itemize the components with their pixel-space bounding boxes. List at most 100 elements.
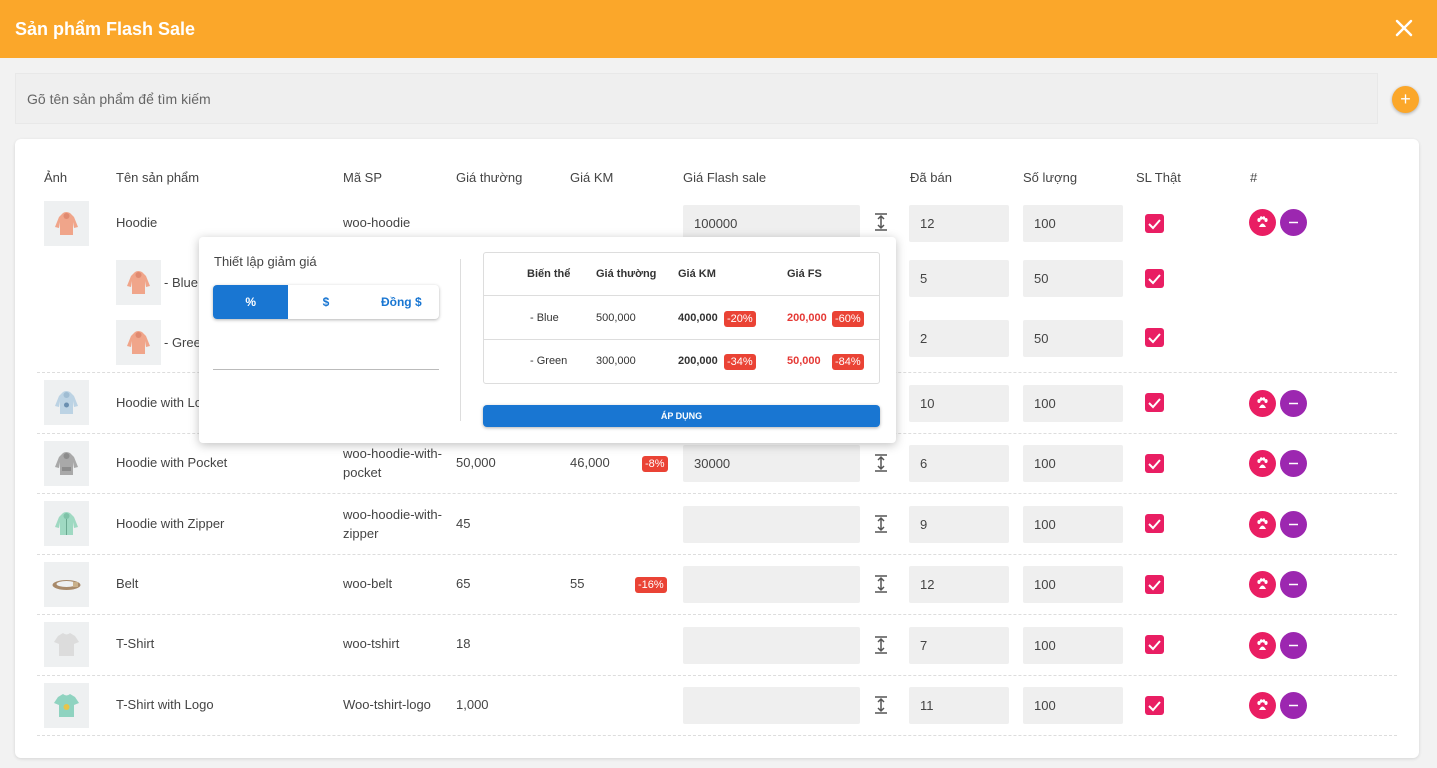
remove-button[interactable]: [1280, 511, 1307, 538]
product-sku: woo-hoodie-with-: [343, 446, 442, 461]
apply-down-icon[interactable]: [873, 695, 889, 715]
minus-icon: [1289, 704, 1298, 707]
sold-input[interactable]: 12: [909, 205, 1009, 242]
apply-down-icon[interactable]: [873, 212, 889, 232]
col-header-price: Giá thường: [456, 170, 523, 185]
paw-button[interactable]: [1249, 209, 1276, 236]
sold-input[interactable]: 6: [909, 445, 1009, 482]
product-sku-cont: pocket: [343, 465, 382, 480]
product-sku-cont: zipper: [343, 526, 379, 541]
product-name: Hoodie with Pocket: [116, 455, 228, 470]
discount-badge: -16%: [635, 577, 667, 593]
real-qty-checkbox[interactable]: [1145, 328, 1164, 347]
quantity-input[interactable]: 50: [1023, 260, 1123, 297]
sold-input[interactable]: 2: [909, 320, 1009, 357]
apply-down-icon[interactable]: [873, 574, 889, 594]
product-name: Hoodie with Zipper: [116, 516, 225, 531]
real-qty-checkbox[interactable]: [1145, 514, 1164, 533]
paw-button[interactable]: [1249, 390, 1276, 417]
quantity-input[interactable]: 100: [1023, 566, 1123, 603]
option-dong-dollar[interactable]: Đồng $: [364, 285, 439, 319]
flash-price-input[interactable]: [683, 627, 860, 664]
real-qty-checkbox[interactable]: [1145, 635, 1164, 654]
remove-button[interactable]: [1280, 692, 1307, 719]
minus-icon: [1289, 523, 1298, 526]
quantity-input[interactable]: 50: [1023, 320, 1123, 357]
apply-down-icon[interactable]: [873, 635, 889, 655]
sold-input[interactable]: 5: [909, 260, 1009, 297]
paw-icon: [1257, 457, 1268, 468]
quantity-input[interactable]: 100: [1023, 205, 1123, 242]
product-sale-price: 55: [570, 576, 585, 591]
quantity-input[interactable]: 100: [1023, 385, 1123, 422]
variant-sale-badge: -34%: [724, 354, 756, 370]
close-icon[interactable]: [1393, 17, 1415, 39]
apply-down-icon[interactable]: [873, 514, 889, 534]
real-qty-checkbox[interactable]: [1145, 214, 1164, 233]
modal-title: Sản phẩm Flash Sale: [15, 18, 196, 39]
paw-button[interactable]: [1249, 571, 1276, 598]
col-header-sku: Mã SP: [343, 170, 383, 185]
remove-button[interactable]: [1280, 209, 1307, 236]
apply-down-icon[interactable]: [873, 453, 889, 473]
option-percent[interactable]: %: [213, 285, 289, 319]
real-qty-checkbox[interactable]: [1145, 696, 1164, 715]
option-dollar[interactable]: $: [288, 285, 363, 319]
col-header-name: Tên sản phẩm: [116, 170, 200, 185]
search-input[interactable]: Gõ tên sản phẩm để tìm kiếm: [15, 73, 1378, 124]
col-header-sale-price: Giá KM: [570, 170, 614, 185]
sold-input[interactable]: 10: [909, 385, 1009, 422]
popup-divider: [460, 259, 461, 421]
discount-value-input[interactable]: [213, 369, 439, 370]
add-product-button[interactable]: +: [1392, 86, 1419, 113]
real-qty-checkbox[interactable]: [1145, 454, 1164, 473]
sold-input[interactable]: 9: [909, 506, 1009, 543]
remove-button[interactable]: [1280, 390, 1307, 417]
product-image: [44, 501, 89, 546]
sold-input[interactable]: 12: [909, 566, 1009, 603]
variant-table-divider: [484, 295, 879, 296]
sold-input[interactable]: 11: [909, 687, 1009, 724]
product-name: T-Shirt: [116, 636, 155, 651]
product-price: 45: [456, 516, 471, 531]
real-qty-checkbox[interactable]: [1145, 269, 1164, 288]
paw-button[interactable]: [1249, 632, 1276, 659]
product-sku: Woo-tshirt-logo: [343, 697, 431, 712]
product-sale-price: 46,000: [570, 455, 610, 470]
paw-button[interactable]: [1249, 511, 1276, 538]
product-image: [44, 683, 89, 728]
flash-price-input[interactable]: [683, 506, 860, 543]
variant-price: 500,000: [596, 312, 636, 324]
variant-col-header: Giá FS: [787, 268, 822, 280]
real-qty-checkbox[interactable]: [1145, 575, 1164, 594]
product-image: [44, 441, 89, 486]
variant-fs-badge: -60%: [832, 311, 864, 327]
sold-input[interactable]: 7: [909, 627, 1009, 664]
product-sku: woo-tshirt: [343, 636, 400, 651]
quantity-input[interactable]: 100: [1023, 445, 1123, 482]
remove-button[interactable]: [1280, 450, 1307, 477]
flash-price-input[interactable]: 30000: [683, 445, 860, 482]
paw-button[interactable]: [1249, 692, 1276, 719]
row-divider: [37, 735, 1397, 736]
col-header-quantity: Số lượng: [1023, 170, 1078, 185]
variant-sale-price: 400,000: [678, 312, 718, 324]
flash-price-input[interactable]: [683, 687, 860, 724]
col-header-real-qty: SL Thật: [1136, 170, 1181, 185]
remove-button[interactable]: [1280, 571, 1307, 598]
apply-button[interactable]: ÁP DỤNG: [483, 405, 880, 427]
popup-title: Thiết lập giảm giá: [214, 254, 317, 269]
product-sku: woo-hoodie: [343, 215, 411, 230]
variant-name: - Green: [530, 355, 568, 367]
flash-price-input[interactable]: [683, 566, 860, 603]
paw-button[interactable]: [1249, 450, 1276, 477]
remove-button[interactable]: [1280, 632, 1307, 659]
quantity-input[interactable]: 100: [1023, 627, 1123, 664]
real-qty-checkbox[interactable]: [1145, 393, 1164, 412]
quantity-input[interactable]: 100: [1023, 506, 1123, 543]
product-name: Belt: [116, 576, 139, 591]
col-header-sold: Đã bán: [910, 170, 952, 185]
quantity-input[interactable]: 100: [1023, 687, 1123, 724]
variant-image: [116, 320, 161, 365]
col-header-actions: #: [1250, 170, 1258, 185]
